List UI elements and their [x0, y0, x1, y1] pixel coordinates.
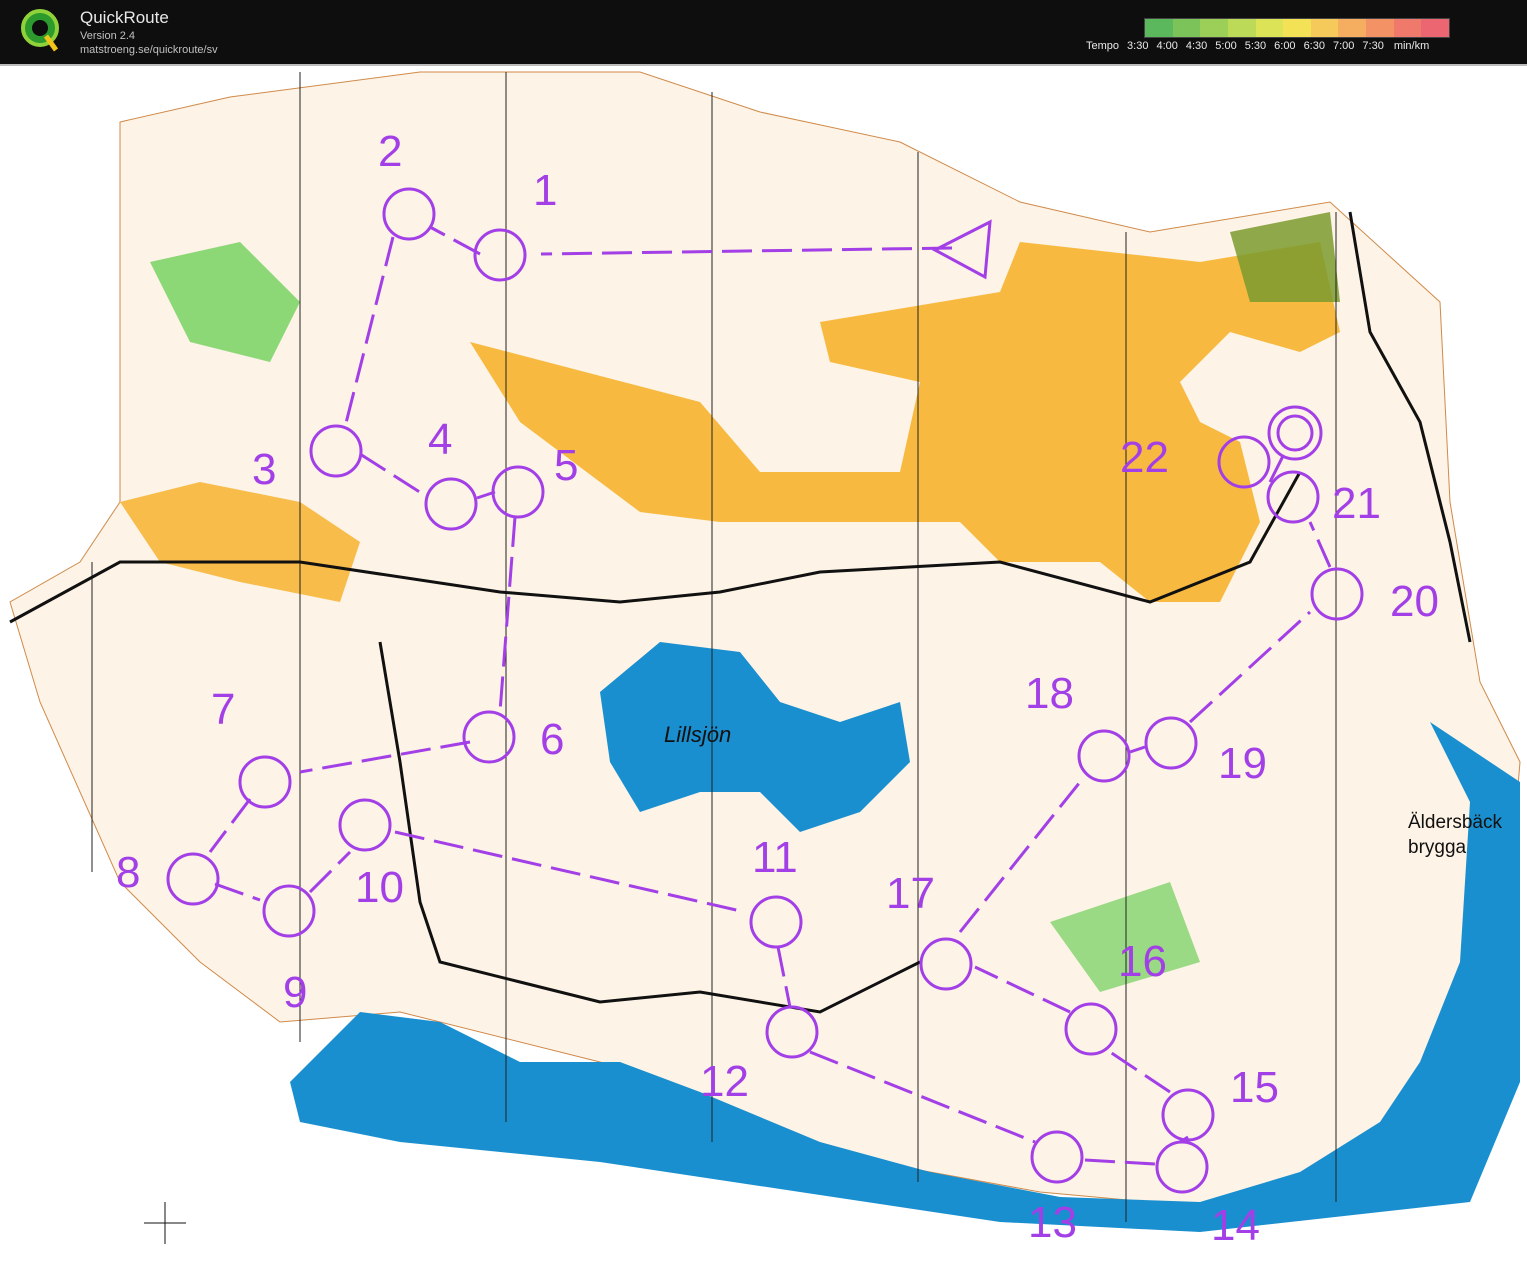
place-label-line1: Äldersbäck	[1408, 812, 1502, 833]
tempo-color-swatch	[1172, 19, 1201, 37]
tempo-legend: Tempo 3:30 4:00 4:30 5:00 5:30 6:00 6:30 7:00 7:3…	[1086, 18, 1516, 58]
control-number-10: 10	[355, 863, 404, 912]
tempo-color-swatch	[1421, 19, 1450, 37]
app-version: Version 2.4	[80, 30, 136, 42]
app-header: QuickRoute Version 2.4 matstroeng.se/qui…	[0, 0, 1527, 64]
control-number-16: 16	[1118, 937, 1167, 986]
control-number-7: 7	[211, 685, 236, 734]
tempo-color-swatch	[1366, 19, 1394, 37]
tempo-tick: 5:30	[1244, 40, 1267, 52]
tempo-legend-labels: Tempo 3:30 4:00 4:30 5:00 5:30 6:00 6:30 7:00 7:3…	[1086, 40, 1437, 52]
tempo-prefix: Tempo	[1086, 40, 1120, 52]
tempo-color-swatch	[1338, 19, 1367, 37]
control-number-2: 2	[378, 127, 403, 176]
tempo-tick: 6:30	[1303, 40, 1325, 52]
control-number-11: 11	[752, 833, 798, 882]
tempo-tick: 3:30	[1127, 40, 1149, 52]
tempo-tick: 7:30	[1362, 40, 1384, 52]
control-number-15: 15	[1230, 1063, 1279, 1112]
tempo-tick: 7:00	[1332, 40, 1355, 52]
control-number-13: 13	[1028, 1198, 1077, 1247]
tempo-color-swatch	[1227, 19, 1256, 37]
quickroute-logo-icon	[18, 6, 62, 54]
lake-label: Lillsjön	[664, 722, 732, 747]
control-number-20: 20	[1390, 577, 1439, 626]
control-number-8: 8	[116, 848, 141, 897]
tempo-tick: 4:30	[1185, 40, 1208, 52]
control-number-21: 21	[1332, 479, 1381, 528]
control-number-6: 6	[540, 715, 565, 764]
tempo-color-swatch	[1393, 19, 1422, 37]
tempo-color-swatch	[1200, 19, 1228, 37]
control-number-3: 3	[252, 445, 277, 494]
tempo-color-swatch	[1145, 19, 1173, 37]
tempo-tick: 5:00	[1215, 40, 1237, 52]
app-url-link[interactable]: matstroeng.se/quickroute/sv	[80, 44, 218, 56]
place-label-line2: brygga	[1408, 837, 1467, 858]
tempo-color-swatch	[1255, 19, 1284, 37]
map-canvas[interactable]	[0, 66, 1527, 1261]
place-label: Äldersbäck brygga	[1408, 810, 1502, 860]
tempo-color-bar	[1144, 18, 1450, 38]
control-number-22: 22	[1120, 433, 1169, 482]
control-number-4: 4	[428, 415, 453, 464]
control-number-5: 5	[554, 441, 579, 490]
control-number-17: 17	[886, 869, 935, 918]
tempo-tick: 6:00	[1274, 40, 1296, 52]
crosshair-cursor-icon	[144, 1202, 186, 1244]
control-number-19: 19	[1218, 739, 1267, 788]
control-number-12: 12	[700, 1057, 749, 1106]
control-number-9: 9	[283, 968, 308, 1017]
app-title: QuickRoute	[80, 8, 169, 27]
control-number-18: 18	[1025, 669, 1074, 718]
control-number-14: 14	[1211, 1201, 1260, 1250]
tempo-tick: 4:00	[1156, 40, 1178, 52]
tempo-color-swatch	[1310, 19, 1339, 37]
tempo-color-swatch	[1283, 19, 1311, 37]
control-number-1: 1	[533, 166, 558, 215]
orienteering-map[interactable]: Lillsjön Äldersbäck brygga 1 2 3 4 5 6 7…	[0, 64, 1527, 1261]
tempo-unit: min/km	[1393, 40, 1430, 52]
